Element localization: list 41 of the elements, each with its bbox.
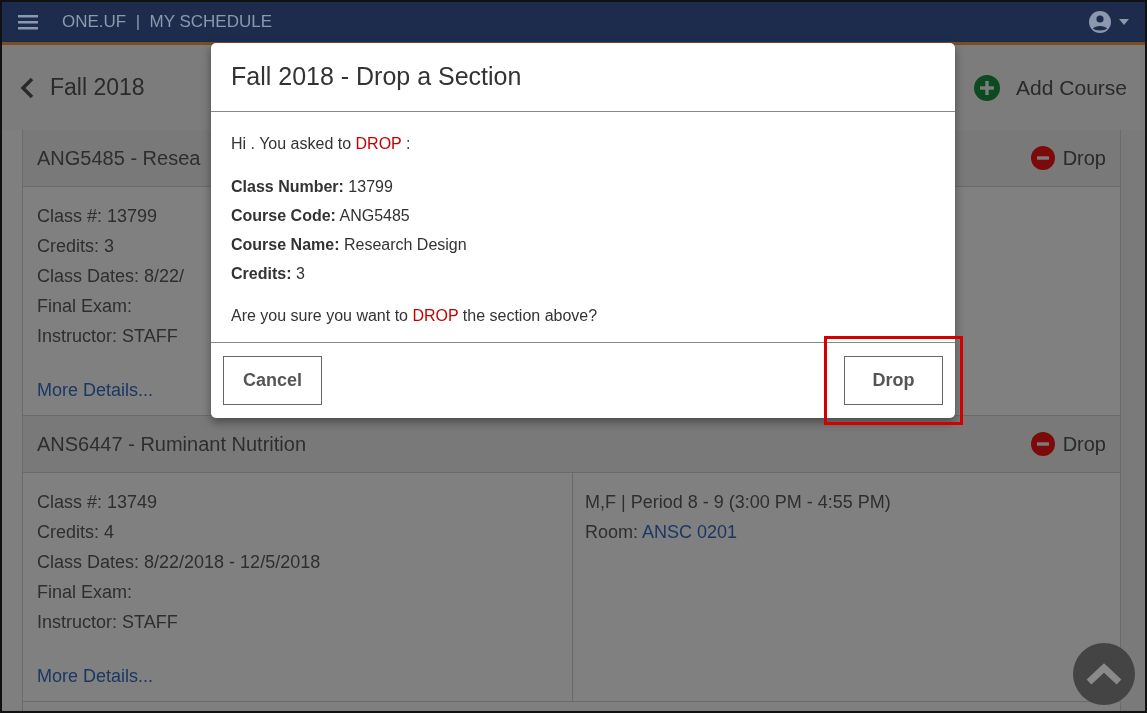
intro-text: Hi . You asked to DROP : — [231, 134, 412, 154]
field-text: Course Code: ANG5485 — [231, 206, 411, 226]
course-title: ANG5485 - Resea — [37, 146, 201, 171]
app-title: ONE.UF | MY SCHEDULE — [62, 11, 273, 34]
room-link[interactable]: ANSC 0201 — [642, 522, 738, 542]
term-label: Fall 2018 — [50, 73, 145, 103]
detail-text: Class Dates: 8/22/2018 - 12/5/2018 — [37, 551, 321, 574]
menu-icon[interactable] — [18, 14, 38, 30]
course-title: ANS6447 - Ruminant Nutrition — [37, 432, 306, 457]
detail-text: Final Exam: — [37, 581, 133, 604]
drop-button[interactable]: Drop — [844, 356, 943, 405]
back-link[interactable]: Fall 2018 — [20, 70, 145, 105]
detail-text: Credits: 3 — [37, 235, 115, 258]
add-course-button[interactable]: Add Course — [974, 71, 1127, 104]
field-text: Course Name: Research Design — [231, 235, 468, 255]
detail-text: Instructor: STAFF — [37, 611, 178, 634]
chevron-left-icon — [20, 76, 34, 99]
detail-text: Class #: 13799 — [37, 205, 158, 228]
drop-link[interactable]: Drop — [1030, 143, 1106, 173]
drop-link[interactable]: Drop — [1030, 429, 1106, 459]
caret-icon — [1119, 19, 1129, 25]
field-text: Credits: 3 — [231, 264, 306, 284]
detail-text: Class Dates: 8/22/ — [37, 265, 185, 288]
user-icon — [1089, 11, 1111, 33]
detail-text: Instructor: STAFF — [37, 325, 178, 348]
more-details-link[interactable]: More Details... — [37, 661, 154, 691]
cancel-button[interactable]: Cancel — [223, 356, 322, 405]
more-details-link[interactable]: More Details... — [37, 375, 154, 405]
dialog-title: Fall 2018 - Drop a Section — [211, 43, 955, 112]
detail-text: Final Exam: — [37, 295, 133, 318]
plus-circle-icon — [974, 74, 1001, 101]
detail-text: Credits: 4 — [37, 521, 115, 544]
minus-circle-icon — [1030, 146, 1055, 170]
room-text: Room: ANSC 0201 — [585, 521, 739, 544]
question-text: Are you sure you want to DROP the section above? — [231, 306, 599, 326]
field-text: Class Number: 13799 — [231, 177, 394, 197]
user-menu[interactable] — [1089, 11, 1129, 33]
detail-text: Class #: 13749 — [37, 491, 158, 514]
chevron-up-icon — [1086, 663, 1122, 685]
minus-circle-icon — [1030, 432, 1055, 456]
schedule-text: M,F | Period 8 - 9 (3:00 PM - 4:55 PM) — [585, 491, 892, 514]
